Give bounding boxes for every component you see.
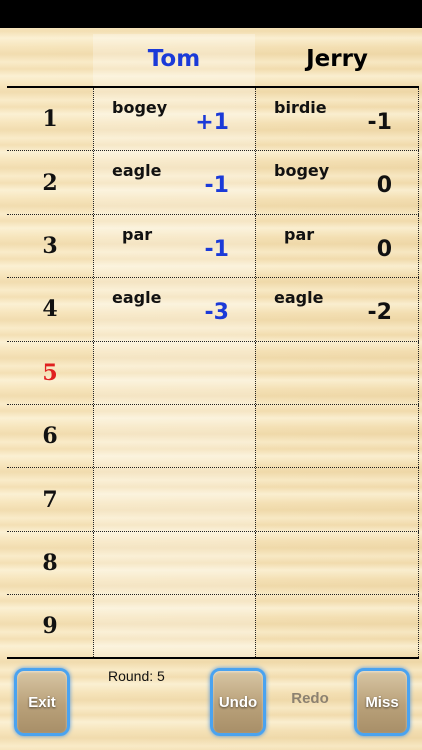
score-cell-tom[interactable] [93,404,255,468]
hole-row: 8 [7,531,419,596]
score-cell-tom[interactable]: eagle -3 [93,278,255,341]
hole-number: 1 [42,106,58,133]
hole-result-label: bogey [112,98,168,117]
player-name-tom[interactable]: Tom [93,46,255,72]
score-cell-jerry[interactable]: par 0 [255,214,419,278]
score-cell-jerry[interactable] [255,468,419,531]
running-score: 0 [376,173,392,199]
score-cell-tom[interactable] [93,531,255,595]
running-score: -2 [367,300,392,326]
hole-rows: 1 bogey +1 birdie -1 2 eagle -1 bogey 0 3 par -1 par 0… [7,88,419,659]
score-cell-jerry[interactable] [255,595,419,657]
running-score: -3 [204,300,229,326]
hole-number: 6 [42,423,58,450]
status-bar [0,0,422,28]
hole-number: 5 [42,359,58,386]
score-cell-tom[interactable]: par -1 [93,214,255,278]
hole-number: 7 [42,486,58,513]
hole-row: 3 par -1 par 0 [7,214,419,279]
hole-number: 8 [42,549,58,576]
score-cell-jerry[interactable] [255,404,419,468]
score-cell-jerry[interactable]: birdie -1 [255,88,419,151]
running-score: -1 [204,173,229,199]
scorecard: Tom Jerry 1 bogey +1 birdie -1 2 eagle -1 bogey 0… [7,28,419,661]
score-cell-tom[interactable] [93,468,255,531]
hole-row: 5 [7,341,419,405]
undo-button[interactable]: Undo [210,668,266,736]
player-name-jerry[interactable]: Jerry [255,46,419,72]
score-cell-tom[interactable]: bogey +1 [93,88,255,151]
score-cell-jerry[interactable]: bogey 0 [255,151,419,214]
score-cell-tom[interactable] [93,595,255,657]
hole-row: 4 eagle -3 eagle -2 [7,278,419,342]
player-header-row: Tom Jerry [7,28,419,87]
score-cell-jerry[interactable]: eagle -2 [255,278,419,341]
hole-result-label: eagle [274,288,324,308]
hole-row: 7 [7,468,419,532]
score-cell-jerry[interactable] [255,341,419,404]
hole-number: 4 [42,296,58,323]
hole-result-label: eagle [112,161,162,181]
hole-number: 3 [42,232,58,259]
hole-row: 6 [7,404,419,469]
hole-row: 9 [7,595,419,659]
hole-result-label: birdie [274,98,327,117]
hole-result-label: eagle [112,288,162,308]
running-score: -1 [367,110,392,135]
hole-number: 2 [42,169,58,196]
score-cell-tom[interactable]: eagle -1 [93,151,255,214]
hole-row: 1 bogey +1 birdie -1 [7,88,419,152]
miss-button[interactable]: Miss [354,668,410,736]
round-label: Round: 5 [108,668,165,684]
hole-row: 2 eagle -1 bogey 0 [7,151,419,215]
hole-number: 9 [42,612,58,639]
running-score: 0 [376,236,392,262]
running-score: +1 [195,110,229,135]
score-cell-jerry[interactable] [255,531,419,595]
running-score: -1 [204,236,229,262]
exit-button[interactable]: Exit [14,668,70,736]
hole-result-label: bogey [274,161,330,181]
hole-result-label: par [122,224,153,244]
redo-button: Redo [291,690,329,707]
hole-result-label: par [284,224,315,244]
score-cell-tom[interactable] [93,341,255,404]
